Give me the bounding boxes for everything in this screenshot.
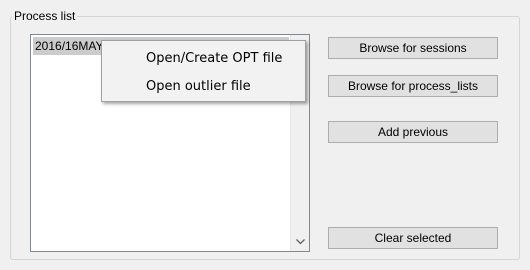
group-title: Process list xyxy=(12,9,78,23)
add-previous-button[interactable]: Add previous xyxy=(328,121,498,143)
clear-selected-button[interactable]: Clear selected xyxy=(328,227,498,249)
browse-sessions-button[interactable]: Browse for sessions xyxy=(328,37,498,59)
context-menu: Open/Create OPT file Open outlier file xyxy=(101,40,306,102)
browse-process-lists-button[interactable]: Browse for process_lists xyxy=(328,75,498,97)
menu-item-open-create-opt-file[interactable]: Open/Create OPT file xyxy=(146,51,282,66)
menu-item-open-outlier-file[interactable]: Open outlier file xyxy=(146,79,251,94)
scroll-down-button[interactable] xyxy=(291,233,309,251)
chevron-down-icon xyxy=(295,239,305,245)
